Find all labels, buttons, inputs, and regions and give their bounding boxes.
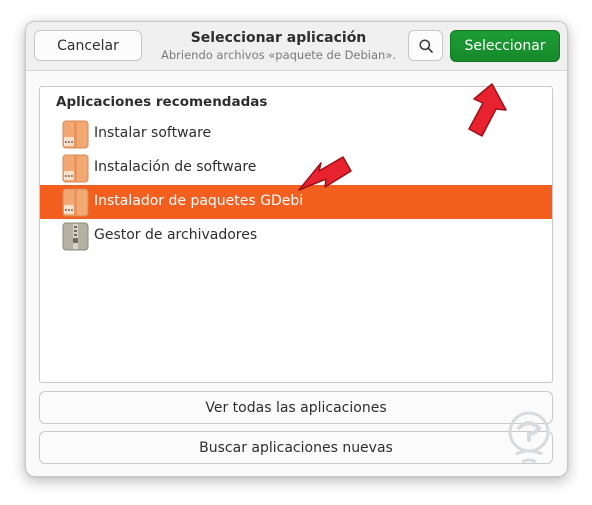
package-icon — [62, 154, 89, 183]
cancel-button[interactable]: Cancelar — [34, 30, 142, 61]
list-header: Aplicaciones recomendadas — [56, 94, 268, 110]
dialog-subtitle: Abriendo archivos «paquete de Debian». — [160, 48, 397, 62]
app-label: Instalación de software — [94, 159, 257, 175]
title-block: Seleccionar aplicación Abriendo archivos… — [156, 30, 401, 63]
app-label: Instalar software — [94, 125, 212, 141]
watermark-logo — [508, 411, 550, 464]
archive-icon — [62, 222, 89, 251]
header-bar: Cancelar Seleccionar aplicación Abriendo… — [26, 22, 567, 71]
search-button[interactable] — [408, 30, 443, 61]
annotation-arrow-up — [468, 83, 507, 137]
dialog-title: Seleccionar aplicación — [190, 30, 367, 46]
annotation-arrow-left — [298, 156, 352, 191]
find-new-apps-button[interactable]: Buscar aplicaciones nuevas — [39, 431, 553, 464]
package-icon — [62, 120, 89, 149]
select-button[interactable]: Seleccionar — [450, 30, 560, 62]
app-row-gestor-de-archivadores[interactable]: Gestor de archivadores — [40, 219, 552, 253]
view-all-apps-button[interactable]: Ver todas las aplicaciones — [39, 391, 553, 424]
app-label: Instalador de paquetes GDebi — [94, 193, 304, 209]
package-icon — [62, 188, 89, 217]
app-label: Gestor de archivadores — [94, 227, 258, 243]
search-icon — [418, 38, 433, 53]
